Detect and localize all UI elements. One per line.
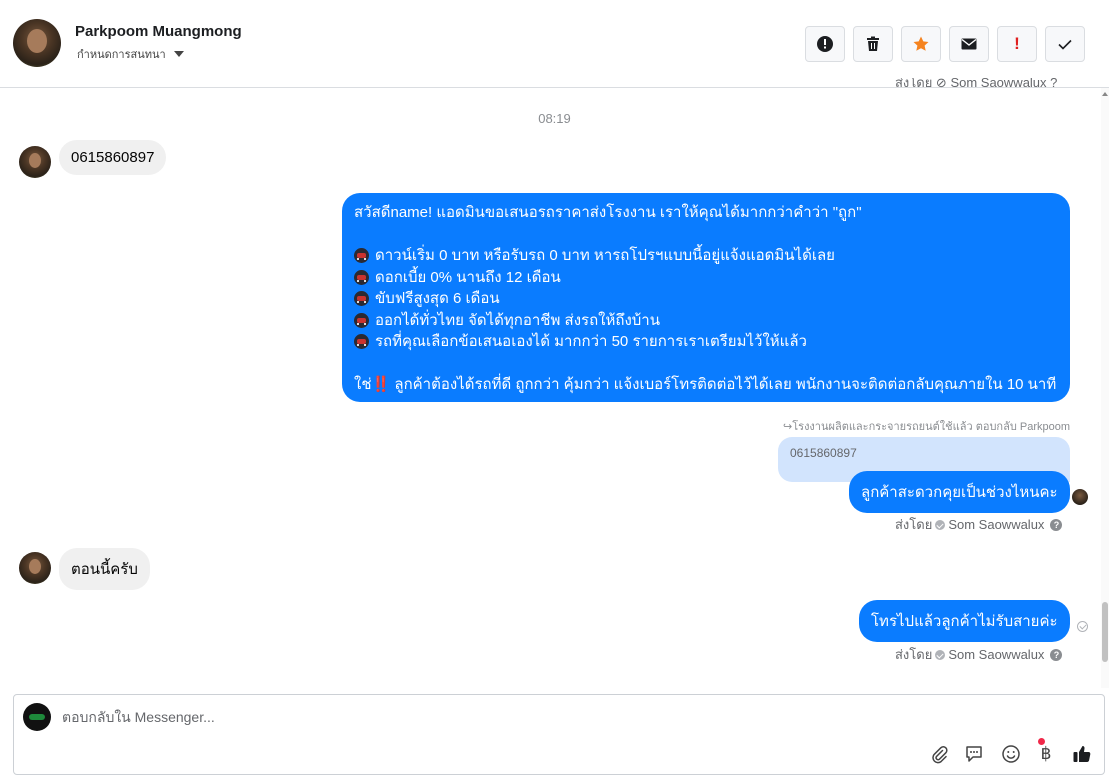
contact-avatar[interactable] [13,19,61,67]
star-button[interactable] [901,26,941,62]
sent-by-label: ส่งโดย Som Saowwalux ? [895,514,1063,535]
baht-icon: ฿ [1040,744,1052,764]
message-line: ขับฟรีสูงสุด 6 เดือน [354,288,1058,310]
paperclip-icon [932,746,948,764]
notification-dot [1038,738,1045,745]
clipped-sent-by: ส่งโดย ⊘ Som Saowwalux ? [895,78,1058,90]
contact-name[interactable]: Parkpoom Muangmong [75,23,242,40]
thumbs-up-icon [1073,746,1091,762]
message-line: ออกได้ทั่วไทย จัดได้ทุกอาชีพ ส่งรถให้ถึง… [354,310,1058,332]
sent-by-prefix: ส่งโดย [895,517,933,532]
car-emoji-icon [354,269,369,285]
read-receipt-avatar [1072,489,1088,505]
trash-icon [867,36,879,51]
star-icon [913,36,929,51]
sent-status-icon [1077,621,1088,632]
message-line: ดาวน์เริ่ม 0 บาท หรือรับรถ 0 บาท หารถโปร… [354,245,1058,267]
verified-icon [935,519,946,530]
car-emoji-icon [354,248,369,264]
page-avatar [23,703,51,731]
closing-prefix: ใช่ [354,376,372,393]
message-scrollbar[interactable] [1101,88,1109,688]
reply-composer: ฿ [13,694,1105,775]
delete-button[interactable] [853,26,893,62]
car-emoji-icon [354,334,369,350]
help-icon[interactable]: ? [1050,518,1063,531]
message-line: ดอกเบี้ย 0% นานถึง 12 เดือน [354,267,1058,289]
sent-by-prefix: ส่งโดย [895,647,933,662]
outgoing-message[interactable]: ลูกค้าสะดวกคุยเป็นช่วงไหนคะ [849,471,1070,513]
bullet-text: ดาวน์เริ่ม 0 บาท หรือรับรถ 0 บาท หารถโปร… [375,247,835,264]
message-line: สวัสดีname! แอดมินขอเสนอรถราคาส่งโรงงาน … [354,204,862,221]
attach-button[interactable] [928,743,950,765]
check-icon [1058,39,1072,50]
important-icon: ! [1014,34,1020,53]
saved-replies-button[interactable] [963,743,985,765]
bullet-text: ขับฟรีสูงสุด 6 เดือน [375,290,500,307]
message-line: รถที่คุณเลือกข้อเสนอเองได้ มากกว่า 50 รา… [354,331,1058,353]
caret-down-icon [173,51,184,57]
like-button[interactable] [1071,743,1093,765]
verified-icon [935,649,946,660]
help-icon[interactable]: ? [1050,648,1063,661]
time-separator: 08:19 [538,111,571,126]
car-emoji-icon [354,312,369,328]
alert-circle-icon [817,36,833,52]
saved-replies-icon [966,746,982,762]
mark-spam-button[interactable] [805,26,845,62]
payment-button[interactable]: ฿ [1035,743,1057,765]
emoji-icon [1002,745,1020,763]
bullet-text: รถที่คุณเลือกข้อเสนอเองได้ มากกว่า 50 รา… [375,333,807,350]
reply-input[interactable] [62,709,762,725]
reply-context-note: ↪โรงงานผลิตและกระจายรถยนต์ใช้แล้ว ตอบกลั… [783,421,1070,433]
incoming-message[interactable]: 0615860897 [59,140,167,175]
incoming-message[interactable]: ตอนนี้ครับ [59,548,150,590]
mark-done-button[interactable] [1045,26,1085,62]
bullet-text: ออกได้ทั่วไทย จัดได้ทุกอาชีพ ส่งรถให้ถึง… [375,311,660,329]
mark-important-button[interactable]: ! [997,26,1037,62]
bullet-text: ดอกเบี้ย 0% นานถึง 12 เดือน [375,268,561,286]
conversation-schedule-dropdown[interactable]: กำหนดการสนทนา [77,45,184,63]
outgoing-message[interactable]: โทรไปแล้วลูกค้าไม่รับสายค่ะ [859,600,1070,642]
outgoing-message-long[interactable]: สวัสดีname! แอดมินขอเสนอรถราคาส่งโรงงาน … [342,193,1070,402]
sender-name[interactable]: Som Saowwalux [948,647,1044,662]
sender-name[interactable]: Som Saowwalux [948,517,1044,532]
scroll-up-icon[interactable] [1102,92,1108,96]
sent-by-label: ส่งโดย Som Saowwalux ? [895,644,1063,665]
contact-avatar-small[interactable] [19,146,51,178]
car-emoji-icon [354,291,369,307]
message-line: ใช่ ‼️ ลูกค้าต้องได้รถที่ดี ถูกกว่า คุ้มก… [354,374,1058,396]
conversation-header: Parkpoom Muangmong กำหนดการสนทนา ! [0,0,1109,88]
closing-text: ลูกค้าต้องได้รถที่ดี ถูกกว่า คุ้มกว่า แจ… [390,376,1057,393]
emoji-button[interactable] [1000,743,1022,765]
double-exclamation-icon: ‼️ [371,376,391,393]
schedule-label: กำหนดการสนทนา [77,49,166,61]
scrollbar-thumb[interactable] [1102,602,1108,662]
envelope-icon [961,38,977,50]
contact-avatar-small[interactable] [19,552,51,584]
mark-unread-button[interactable] [949,26,989,62]
